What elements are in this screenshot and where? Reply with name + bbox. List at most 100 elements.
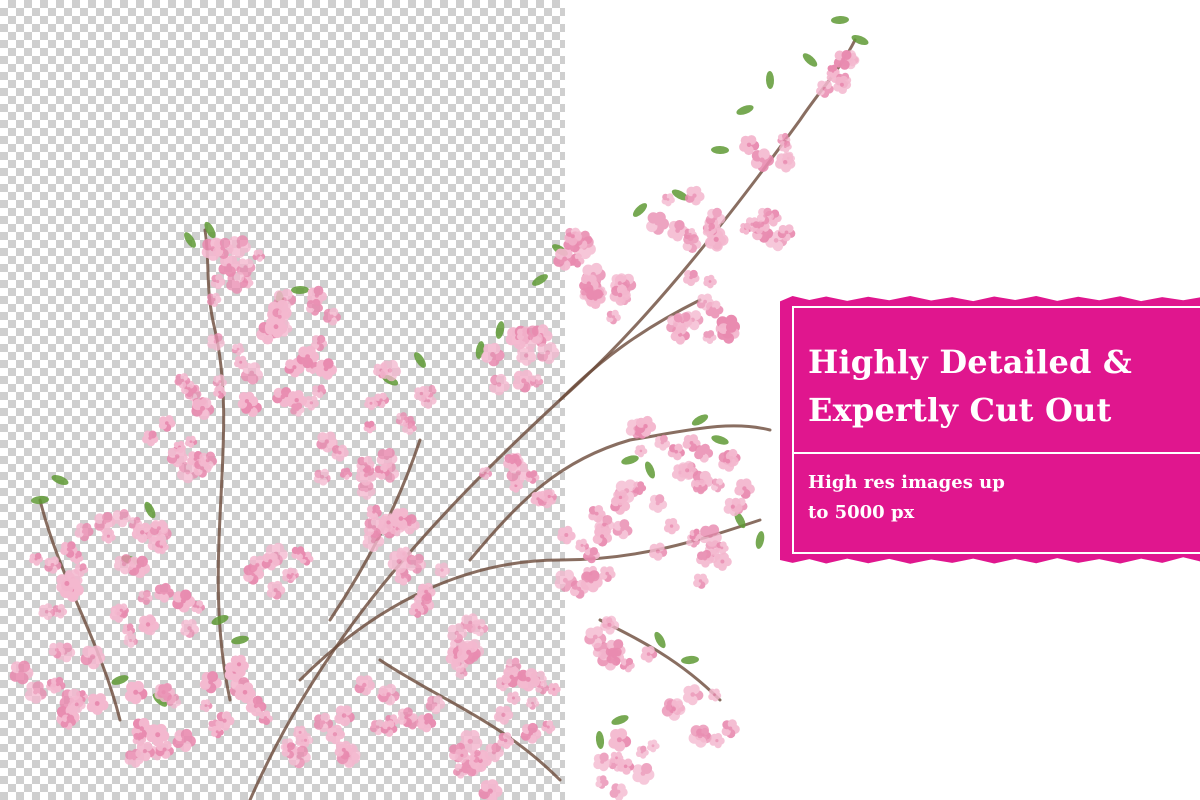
blossom-cluster	[142, 397, 218, 484]
blossom-center	[503, 738, 508, 743]
blossom-center	[703, 556, 707, 561]
blossom-center	[468, 620, 473, 625]
blossom	[86, 693, 109, 715]
blossom-center	[720, 546, 724, 550]
blossom-center	[236, 243, 242, 249]
leaf	[621, 455, 639, 465]
blossom-center	[419, 391, 424, 396]
blossom-center	[364, 488, 369, 493]
blossom-center	[477, 625, 482, 630]
blossom	[600, 615, 620, 635]
petal	[272, 542, 284, 554]
blossom-center	[156, 526, 161, 531]
blossom-center	[249, 370, 255, 376]
blossom-cluster	[554, 525, 616, 599]
blossom-center	[467, 738, 473, 744]
blossom-center	[690, 692, 695, 697]
blossom-center	[625, 663, 629, 667]
leaf	[184, 232, 196, 248]
blossom	[711, 478, 725, 493]
blossom-center	[669, 524, 674, 528]
blossom-center	[440, 568, 444, 572]
blossom-center	[607, 622, 612, 627]
blossom-center	[692, 193, 697, 198]
blossom-center	[487, 788, 493, 794]
blossom	[315, 358, 338, 380]
blossom-center	[18, 669, 24, 675]
blossom	[612, 519, 633, 540]
blossom-cluster	[74, 508, 172, 579]
petal	[486, 779, 499, 791]
blossom-center	[161, 590, 166, 595]
petal	[233, 272, 245, 283]
blossom-center	[414, 608, 419, 613]
blossom-center	[689, 275, 693, 280]
blossom-center	[546, 725, 550, 729]
blossom-cluster	[364, 359, 437, 436]
promo-card: Highly Detailed & Expertly Cut Out High …	[780, 296, 1200, 564]
blossom-center	[643, 424, 648, 429]
blossom-center	[545, 350, 551, 356]
blossom	[417, 713, 437, 733]
blossom-center	[236, 347, 240, 351]
blossom-center	[200, 466, 205, 471]
blossom	[481, 342, 505, 367]
blossom-center	[398, 516, 404, 521]
petal	[489, 342, 501, 355]
blossom	[60, 714, 76, 730]
blossom	[215, 711, 235, 731]
blossom-center	[694, 533, 697, 537]
petal	[669, 518, 678, 526]
petal	[263, 710, 271, 718]
petal	[615, 728, 628, 740]
blossom	[654, 434, 671, 451]
petal	[215, 274, 223, 282]
blossom-center	[329, 314, 334, 319]
blossom-center	[593, 296, 598, 301]
leaf	[532, 274, 548, 286]
petal	[563, 525, 573, 535]
promo-subtext-line-2: to 5000 px	[808, 502, 915, 523]
blossom-center	[424, 720, 429, 725]
blossom-center	[654, 220, 660, 226]
blossom	[363, 420, 377, 434]
petal	[651, 739, 658, 746]
blossom-center	[651, 744, 655, 748]
blossom-center	[839, 82, 844, 87]
blossom-center	[102, 519, 107, 525]
blossom-center	[742, 486, 747, 491]
blossom-center	[671, 706, 676, 712]
blossom-center	[528, 731, 533, 736]
petal	[295, 402, 303, 410]
blossom-center	[324, 439, 330, 444]
blossom-center	[552, 687, 556, 691]
blossom-center	[782, 137, 786, 141]
blossom-center	[616, 737, 622, 743]
blossom	[339, 467, 353, 480]
blossom-cluster	[686, 524, 732, 589]
blossom-center	[162, 747, 167, 752]
blossom-center	[236, 662, 242, 667]
blossom	[648, 494, 668, 513]
blossom-cluster	[478, 452, 557, 509]
blossom-center	[716, 483, 719, 487]
blossom-center	[239, 360, 243, 364]
blossom	[685, 185, 705, 206]
blossom-center	[172, 699, 176, 703]
blossom-center	[218, 380, 222, 384]
blossom-center	[407, 425, 411, 430]
blossom	[506, 691, 521, 705]
blossom-center	[460, 753, 464, 758]
blossom	[207, 333, 225, 351]
blossom-center	[234, 280, 240, 286]
petal	[700, 443, 710, 453]
blossom	[154, 582, 174, 603]
blossom-center	[242, 690, 248, 695]
blossom-center	[426, 399, 431, 403]
blossom-center	[600, 534, 605, 539]
petal	[638, 444, 646, 451]
petal	[574, 253, 582, 261]
blossom	[593, 752, 612, 772]
blossom-center	[280, 394, 286, 400]
blossom-cluster	[272, 345, 338, 417]
